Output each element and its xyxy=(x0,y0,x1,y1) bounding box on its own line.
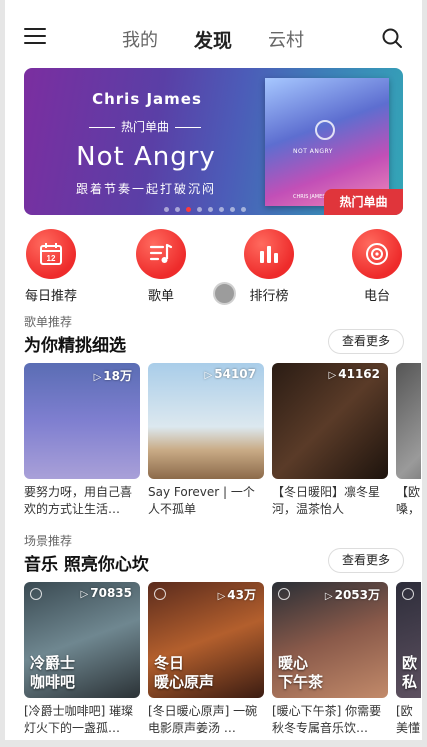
tab-mine[interactable]: 我的 xyxy=(122,26,158,52)
playlist-cover: ▷ 18万 xyxy=(24,363,140,479)
playlist-card[interactable]: ▷ 18万 要努力呀，用自己喜欢的方式让生活… xyxy=(24,363,140,518)
album-cover-label: NOT ANGRY xyxy=(293,148,333,155)
play-count: ▷ 43万 xyxy=(217,588,256,602)
play-count: ▷ 54107 xyxy=(204,367,256,381)
view-more-button[interactable]: 查看更多 xyxy=(328,329,404,354)
quick-label: 每日推荐 xyxy=(24,289,77,304)
play-count: ▷ 41162 xyxy=(328,367,380,381)
quick-playlist[interactable]: 歌单 xyxy=(131,229,191,304)
banner-subtitle: 热门单曲 xyxy=(64,118,226,135)
playlist-title: 【冬日暖阳】凛冬星河，温茶怡人 xyxy=(272,485,381,516)
scene-overlay-title: 冬日 暖心原声 xyxy=(154,654,215,691)
album-cover: NOT ANGRY CHRIS JAMES xyxy=(265,78,389,206)
play-count: ▷ 2053万 xyxy=(324,588,380,602)
scene-cover: ▷ 2053万 暖心 下午茶 xyxy=(272,582,388,698)
smiley-icon xyxy=(315,120,335,140)
scene-cover: ▷ 43万 冬日 暖心原声 xyxy=(148,582,264,698)
album-cover-artist: CHRIS JAMES xyxy=(293,194,326,200)
play-count: ▷ 18万 xyxy=(93,369,132,383)
play-icon: ▷ xyxy=(80,589,89,600)
play-icon: ▷ xyxy=(93,372,102,383)
carousel-dot[interactable] xyxy=(197,207,202,212)
quick-daily-recommend[interactable]: 12 每日推荐 xyxy=(21,229,81,304)
scene-title: [暖心下午茶] 你需要秋冬专属音乐饮… xyxy=(272,704,382,735)
banner-title: Not Angry xyxy=(76,142,216,172)
play-count: ▷ 70835 xyxy=(80,586,132,600)
playlist-card[interactable]: 【欧嗓， xyxy=(396,363,421,518)
scene-title: [冷爵士咖啡吧] 璀璨灯火下的一盏孤… xyxy=(24,704,134,735)
music-note-icon xyxy=(30,588,42,600)
quick-label: 排行榜 xyxy=(249,289,289,304)
carousel-dot[interactable] xyxy=(164,207,169,212)
carousel-dot[interactable] xyxy=(219,207,224,212)
floating-assistive-button[interactable] xyxy=(213,282,236,305)
scene-cover: 欧 私 xyxy=(396,582,421,698)
scene-overlay-title: 暖心 下午茶 xyxy=(278,654,324,691)
playlist-title: 【欧嗓， xyxy=(396,485,421,516)
quick-label: 电台 xyxy=(363,289,390,304)
playlist-title: 要努力呀，用自己喜欢的方式让生活… xyxy=(24,485,133,516)
quick-radio[interactable]: 电台 xyxy=(347,229,407,304)
carousel-dot[interactable] xyxy=(208,207,213,212)
play-icon: ▷ xyxy=(324,591,333,602)
top-bar: 我的 发现 云村 xyxy=(0,0,427,64)
scene-card[interactable]: ▷ 43万 冬日 暖心原声 [冬日暖心原声] 一碗电影原声姜汤 … xyxy=(148,582,264,737)
playlist-icon xyxy=(136,229,186,279)
music-note-icon xyxy=(154,588,166,600)
tab-discover[interactable]: 发现 xyxy=(194,26,232,53)
calendar-icon: 12 xyxy=(26,229,76,279)
playlist-cover xyxy=(396,363,421,479)
playlist-card[interactable]: ▷ 54107 Say Forever | 一个人不孤单 xyxy=(148,363,264,518)
scene-title: [冬日暖心原声] 一碗电影原声姜汤 … xyxy=(148,704,258,735)
section-title: 为你精挑细选 xyxy=(24,336,126,356)
view-more-button[interactable]: 查看更多 xyxy=(328,548,404,573)
hero-banner[interactable]: Chris James 热门单曲 Not Angry 跟着节奏一起打破沉闷 NO… xyxy=(24,68,403,215)
music-note-icon xyxy=(278,588,290,600)
chart-bars-icon xyxy=(244,229,294,279)
section-subtitle: 歌单推荐 xyxy=(24,315,73,329)
carousel-dots[interactable] xyxy=(164,197,252,212)
carousel-dot-active[interactable] xyxy=(186,207,191,212)
scene-title: [欧美懂你 xyxy=(396,704,421,735)
scene-card[interactable]: ▷ 2053万 暖心 下午茶 [暖心下午茶] 你需要秋冬专属音乐饮… xyxy=(272,582,388,737)
radio-icon xyxy=(352,229,402,279)
play-icon: ▷ xyxy=(204,370,213,381)
section-title: 音乐 照亮你心坎 xyxy=(24,555,149,575)
playlist-cover: ▷ 41162 xyxy=(272,363,388,479)
hamburger-icon[interactable] xyxy=(24,28,46,46)
playlist-cover: ▷ 54107 xyxy=(148,363,264,479)
playlist-card[interactable]: ▷ 41162 【冬日暖阳】凛冬星河，温茶怡人 xyxy=(272,363,388,518)
scene-overlay-title: 冷爵士 咖啡吧 xyxy=(30,654,76,691)
banner-artist: Chris James xyxy=(92,90,202,108)
play-icon: ▷ xyxy=(328,370,337,381)
scene-cover: ▷ 70835 冷爵士 咖啡吧 xyxy=(24,582,140,698)
quick-label: 歌单 xyxy=(147,289,174,304)
playlist-title: Say Forever | 一个人不孤单 xyxy=(148,485,255,516)
quick-charts[interactable]: 排行榜 xyxy=(239,229,299,304)
banner-badge: 热门单曲 xyxy=(324,189,403,215)
carousel-dot[interactable] xyxy=(241,207,246,212)
calendar-day: 12 xyxy=(47,254,56,263)
scene-card[interactable]: ▷ 70835 冷爵士 咖啡吧 [冷爵士咖啡吧] 璀璨灯火下的一盏孤… xyxy=(24,582,140,737)
music-note-icon xyxy=(402,588,414,600)
carousel-dot[interactable] xyxy=(230,207,235,212)
search-icon[interactable] xyxy=(381,27,403,49)
scene-card[interactable]: 欧 私 [欧美懂你 xyxy=(396,582,421,737)
carousel-dot[interactable] xyxy=(175,207,180,212)
tab-cloud-village[interactable]: 云村 xyxy=(268,26,304,52)
play-icon: ▷ xyxy=(217,591,226,602)
banner-caption: 跟着节奏一起打破沉闷 xyxy=(75,182,216,196)
section-subtitle: 场景推荐 xyxy=(24,534,73,548)
scene-overlay-title: 欧 私 xyxy=(402,654,418,691)
